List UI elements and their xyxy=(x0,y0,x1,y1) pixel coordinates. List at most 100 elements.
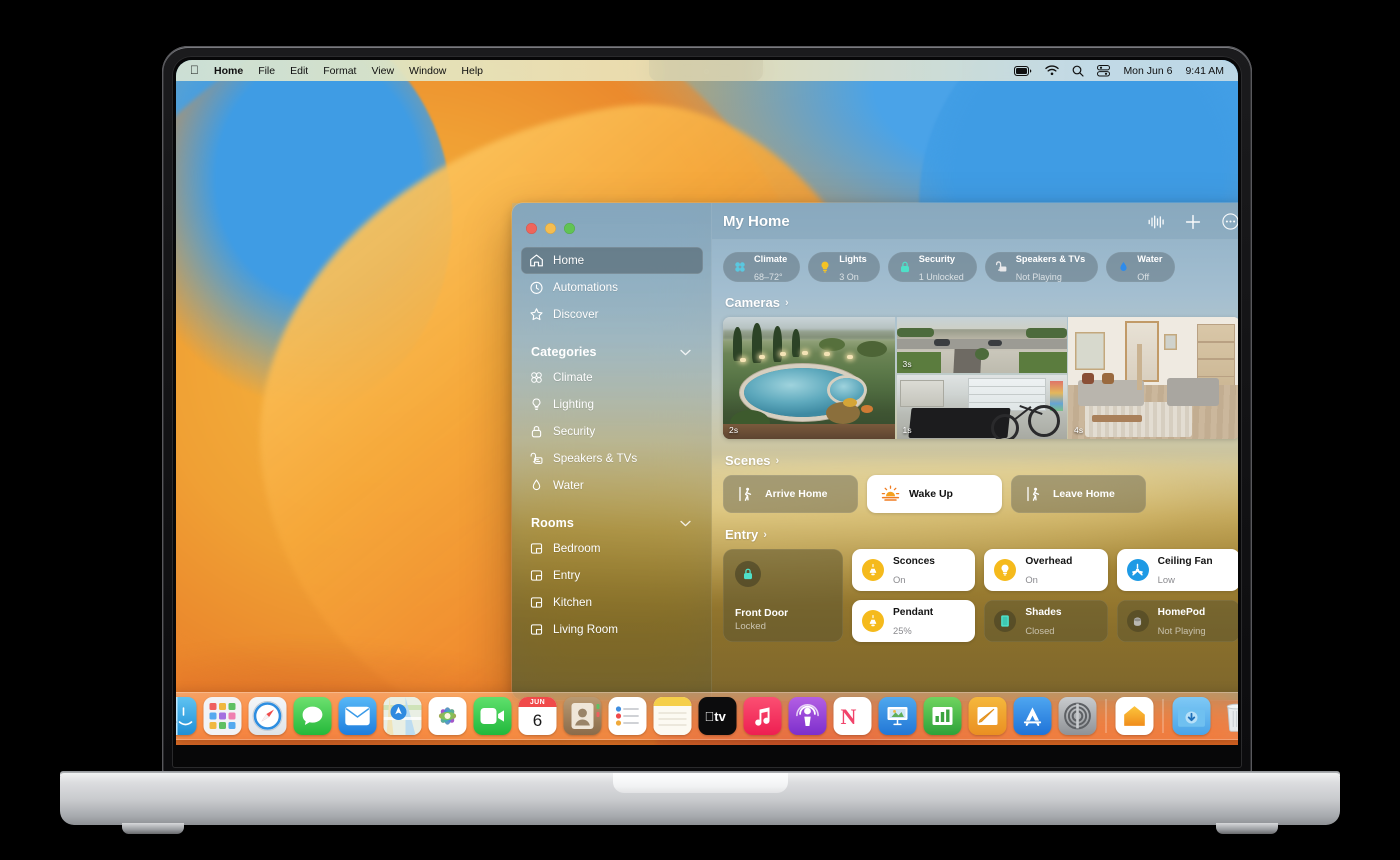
sidebar-group-rooms[interactable]: Rooms xyxy=(521,499,703,535)
status-pill-title: Security xyxy=(918,254,956,265)
sidebar-group-categories[interactable]: Categories xyxy=(521,328,703,364)
chevron-down-icon[interactable] xyxy=(680,520,691,527)
dock-item-launchpad[interactable] xyxy=(203,697,242,735)
accessory-homepod[interactable]: HomePod Not Playing xyxy=(1116,600,1238,642)
scene-wake-up[interactable]: Wake Up xyxy=(867,475,1002,513)
dock-item-safari[interactable] xyxy=(248,697,287,735)
section-header-entry[interactable]: Entry › xyxy=(725,527,1238,542)
sidebar-item-bedroom[interactable]: Bedroom xyxy=(521,535,703,562)
status-pill-climate[interactable]: Climate 68–72° xyxy=(723,252,801,282)
laptop-base-lip xyxy=(613,773,788,793)
sidebar-item-home[interactable]: Home xyxy=(521,247,703,274)
dock-item-facetime[interactable] xyxy=(473,697,512,735)
dock-item-calendar[interactable]: JUN 6 xyxy=(518,697,557,735)
garage-camera[interactable]: 1s xyxy=(896,374,1067,439)
pool-camera[interactable]: 2s xyxy=(723,317,895,439)
sidebar-item-label: Lighting xyxy=(553,398,594,411)
status-pill-speakers-tvs[interactable]: Speakers & TVs Not Playing xyxy=(984,252,1099,282)
room-icon xyxy=(529,595,544,610)
menubar-clock[interactable]: 9:41 AM xyxy=(1185,65,1224,77)
main-content: My Home Climate 68–72° Lights 3 On Secur… xyxy=(712,203,1238,700)
sidebar-item-entry[interactable]: Entry xyxy=(521,562,703,589)
dock-item-pages[interactable] xyxy=(968,697,1007,735)
status-pill-lights[interactable]: Lights 3 On xyxy=(808,252,880,282)
sidebar-item-water[interactable]: Water xyxy=(521,472,703,499)
sidebar-item-security[interactable]: Security xyxy=(521,418,703,445)
dock-item-podcasts[interactable] xyxy=(788,697,827,735)
dock-item-finder[interactable] xyxy=(176,697,197,735)
dock-item-downloads[interactable] xyxy=(1172,697,1211,735)
status-pill-row: Climate 68–72° Lights 3 On Security 1 Un… xyxy=(723,252,1238,282)
dock-item-app-store[interactable] xyxy=(1013,697,1052,735)
sidebar-item-discover[interactable]: Discover xyxy=(521,301,703,328)
scene-label: Wake Up xyxy=(909,488,953,500)
driveway-camera[interactable]: 3s xyxy=(896,317,1067,373)
status-pill-water[interactable]: Water Off xyxy=(1106,252,1176,282)
zoom-button[interactable] xyxy=(564,223,575,234)
siri-waveform-icon[interactable] xyxy=(1146,212,1166,232)
living-room-camera[interactable]: 4s xyxy=(1068,317,1238,439)
accessory-overhead[interactable]: Overhead On xyxy=(984,549,1108,591)
dock-item-tv[interactable]: tv xyxy=(698,697,737,735)
menu-item-home[interactable]: Home xyxy=(214,65,243,77)
accessory-ceiling-fan[interactable]: Ceiling Fan Low xyxy=(1116,549,1238,591)
sidebar-item-label: Water xyxy=(553,479,584,492)
sidebar: Home Automations Discover Categories Cli… xyxy=(512,203,712,700)
dock-item-music[interactable] xyxy=(743,697,782,735)
laptop-foot-left xyxy=(122,823,184,834)
dock-item-keynote[interactable] xyxy=(878,697,917,735)
sidebar-item-living-room[interactable]: Living Room xyxy=(521,616,703,643)
accessory-front-door[interactable]: Front Door Locked xyxy=(723,549,843,642)
menu-item-window[interactable]: Window xyxy=(409,65,446,77)
dock-item-system-settings[interactable] xyxy=(1058,697,1097,735)
menu-item-format[interactable]: Format xyxy=(323,65,356,77)
close-button[interactable] xyxy=(526,223,537,234)
cameras-grid: 2s 3s 1s 4s xyxy=(723,317,1238,439)
sidebar-item-speakers-tvs[interactable]: Speakers & TVs xyxy=(521,445,703,472)
sidebar-item-lighting[interactable]: Lighting xyxy=(521,391,703,418)
wifi-icon[interactable] xyxy=(1045,65,1060,76)
menu-item-edit[interactable]: Edit xyxy=(290,65,308,77)
status-pill-security[interactable]: Security 1 Unlocked xyxy=(887,252,977,282)
scene-label: Arrive Home xyxy=(765,488,828,500)
battery-icon[interactable] xyxy=(1014,65,1032,76)
accessory-shades[interactable]: Shades Closed xyxy=(984,600,1108,642)
section-header-cameras[interactable]: Cameras › xyxy=(725,295,1238,310)
section-header-scenes[interactable]: Scenes › xyxy=(725,453,1238,468)
search-icon[interactable] xyxy=(1072,65,1085,77)
scene-leave-home[interactable]: Leave Home xyxy=(1011,475,1146,513)
menubar-date[interactable]: Mon Jun 6 xyxy=(1123,65,1172,77)
sidebar-item-climate[interactable]: Climate xyxy=(521,364,703,391)
sidebar-item-kitchen[interactable]: Kitchen xyxy=(521,589,703,616)
dock-item-contacts[interactable] xyxy=(563,697,602,735)
dock-item-mail[interactable] xyxy=(338,697,377,735)
accessory-status: On xyxy=(893,574,906,585)
accessory-pendant[interactable]: Pendant 25% xyxy=(852,600,976,642)
page-title: My Home xyxy=(723,213,790,230)
dock-item-news[interactable]: N xyxy=(833,697,872,735)
dock-item-home[interactable] xyxy=(1115,697,1154,735)
dock-item-photos[interactable] xyxy=(428,697,467,735)
apple-logo-icon[interactable]:  xyxy=(190,64,199,76)
minimize-button[interactable] xyxy=(545,223,556,234)
dock-item-trash[interactable] xyxy=(1218,697,1238,735)
lock-icon xyxy=(898,260,912,274)
accessory-name: Front Door xyxy=(735,608,789,619)
dock-item-maps[interactable] xyxy=(383,697,422,735)
menu-item-view[interactable]: View xyxy=(371,65,394,77)
dock-item-numbers[interactable] xyxy=(923,697,962,735)
menu-item-file[interactable]: File xyxy=(258,65,275,77)
dock-item-messages[interactable] xyxy=(293,697,332,735)
status-pill-title: Climate xyxy=(754,254,788,265)
dock-item-notes[interactable] xyxy=(653,697,692,735)
menu-item-help[interactable]: Help xyxy=(461,65,483,77)
plus-icon[interactable] xyxy=(1183,212,1203,232)
control-center-icon[interactable] xyxy=(1097,64,1111,77)
dock-item-reminders[interactable] xyxy=(608,697,647,735)
sidebar-item-automations[interactable]: Automations xyxy=(521,274,703,301)
accessory-sconces[interactable]: Sconces On xyxy=(852,549,976,591)
scene-arrive-home[interactable]: Arrive Home xyxy=(723,475,858,513)
chevron-down-icon[interactable] xyxy=(680,349,691,356)
ellipsis-circle-icon[interactable] xyxy=(1220,212,1238,232)
dock-separator xyxy=(1105,699,1107,733)
